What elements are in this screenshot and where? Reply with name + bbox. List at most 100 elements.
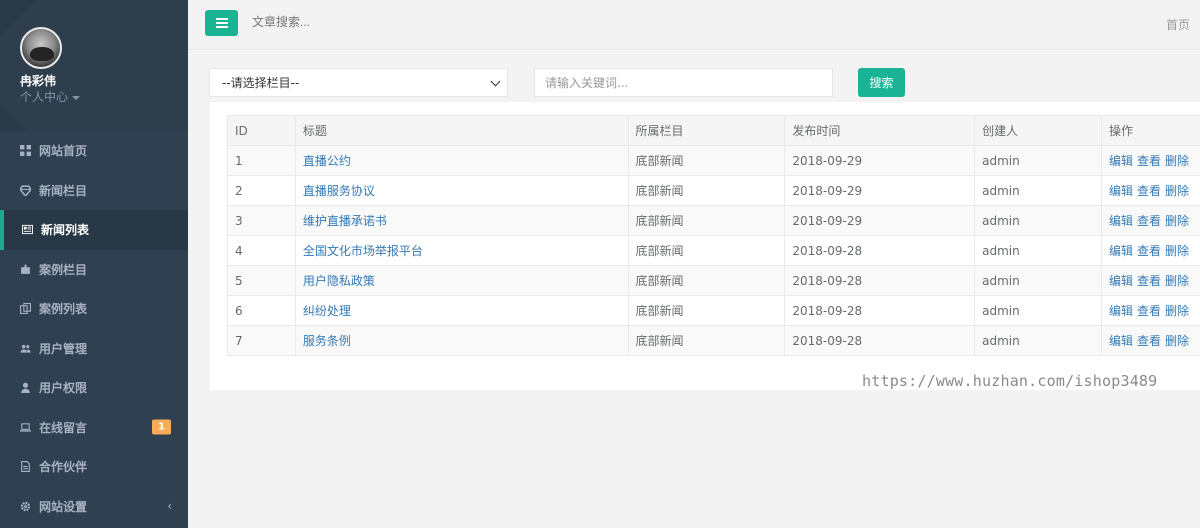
sidebar-item-label: 网站首页 (39, 144, 88, 159)
cell-title: 用户隐私政策 (294, 265, 629, 296)
edit-link[interactable]: 编辑 (1109, 304, 1133, 318)
table-row: 2 直播服务协议 底部新闻 2018-09-29 admin 编辑 查看 删除 (227, 175, 1200, 206)
news-title-link[interactable]: 纠纷处理 (303, 304, 351, 318)
cell-actions: 编辑 查看 删除 (1100, 325, 1200, 356)
cell-id: 5 (227, 265, 296, 296)
users-icon (20, 343, 31, 354)
cell-creator: admin (974, 295, 1102, 326)
cell-category: 底部新闻 (627, 205, 786, 236)
search-button[interactable]: 搜索 (858, 68, 905, 97)
sidebar-item-user-management[interactable]: 用户管理 (0, 329, 188, 369)
edit-link[interactable]: 编辑 (1109, 244, 1133, 258)
cell-title: 纠纷处理 (294, 295, 629, 326)
column-header-category[interactable]: 所属栏目 (627, 115, 786, 146)
view-link[interactable]: 查看 (1137, 154, 1161, 168)
delete-link[interactable]: 删除 (1165, 244, 1189, 258)
delete-link[interactable]: 删除 (1165, 154, 1189, 168)
cell-category: 底部新闻 (627, 145, 786, 176)
sidebar-item-home[interactable]: 网站首页 (0, 131, 188, 171)
cell-creator: admin (974, 145, 1102, 176)
newspaper-icon (22, 224, 33, 235)
edit-link[interactable]: 编辑 (1109, 334, 1133, 348)
cell-actions: 编辑 查看 删除 (1100, 235, 1200, 266)
category-select[interactable]: --请选择栏目-- (209, 68, 508, 97)
column-header-date[interactable]: 发布时间 (784, 115, 976, 146)
sidebar-item-label: 网站设置 (39, 499, 88, 514)
hamburger-icon (215, 18, 228, 28)
table-row: 7 服务条例 底部新闻 2018-09-28 admin 编辑 查看 删除 (227, 325, 1200, 356)
sidebar-item-news-list[interactable]: 新闻列表 (0, 210, 188, 250)
sidebar-item-label: 新闻栏目 (39, 183, 88, 198)
puzzle-icon (20, 264, 31, 275)
cell-title: 维护直播承诺书 (294, 205, 629, 236)
sidebar-item-label: 用户管理 (39, 341, 88, 356)
cell-category: 底部新闻 (627, 325, 786, 356)
menu-toggle-button[interactable] (205, 10, 238, 36)
column-header-title[interactable]: 标题 (294, 115, 629, 146)
view-link[interactable]: 查看 (1137, 304, 1161, 318)
news-title-link[interactable]: 用户隐私政策 (303, 274, 375, 288)
sidebar-item-site-settings[interactable]: 网站设置 ‹ (0, 487, 188, 527)
delete-link[interactable]: 删除 (1165, 184, 1189, 198)
view-link[interactable]: 查看 (1137, 334, 1161, 348)
sidebar-item-case-category[interactable]: 案例栏目 (0, 250, 188, 290)
chevron-down-icon (490, 76, 501, 87)
table-row: 4 全国文化市场举报平台 底部新闻 2018-09-28 admin 编辑 查看删… (227, 235, 1200, 266)
edit-link[interactable]: 编辑 (1109, 154, 1133, 168)
cell-title: 全国文化市场举报平台 (294, 235, 629, 266)
profile-center-link[interactable]: 个人中心 (20, 88, 81, 105)
cell-id: 4 (227, 235, 296, 266)
cell-date: 2018-09-29 (784, 145, 976, 176)
sidebar-item-label: 案例列表 (39, 302, 88, 317)
sidebar-item-partners[interactable]: 合作伙伴 (0, 447, 188, 487)
cell-date: 2018-09-28 (784, 265, 976, 296)
news-title-link[interactable]: 全国文化市场举报平台 (303, 244, 423, 258)
news-title-link[interactable]: 服务条例 (303, 334, 351, 348)
article-search-input[interactable] (252, 15, 552, 29)
news-title-link[interactable]: 直播服务协议 (303, 184, 375, 198)
sidebar-item-case-list[interactable]: 案例列表 (0, 289, 188, 329)
news-title-link[interactable]: 维护直播承诺书 (303, 214, 387, 228)
column-header-id[interactable]: ID (227, 115, 296, 146)
delete-link[interactable]: 删除 (1165, 304, 1189, 318)
sidebar-item-messages[interactable]: 在线留言 1 (0, 408, 188, 448)
view-link[interactable]: 查看 (1137, 214, 1161, 228)
sidebar-menu: 网站首页 新闻栏目 新闻列表 案例栏目 案例列表 用户管理 用户权限 在线留言 (0, 131, 188, 526)
edit-link[interactable]: 编辑 (1109, 274, 1133, 288)
home-link[interactable]: 首页 (1166, 16, 1190, 33)
diamond-icon (20, 185, 31, 196)
sidebar-item-label: 合作伙伴 (39, 460, 88, 475)
cell-actions: 编辑 查看 删除 (1100, 265, 1200, 296)
message-count-badge: 1 (152, 419, 171, 435)
profile-name: 冉彩伟 (20, 74, 57, 88)
chevron-left-icon: ‹ (167, 499, 172, 514)
filter-bar: --请选择栏目-- 搜索 (188, 50, 1200, 102)
table-row: 5 用户隐私政策 底部新闻 2018-09-28 admin 编辑 查看 删除 (227, 265, 1200, 296)
cell-actions: 编辑 查看 删除 (1100, 145, 1200, 176)
avatar[interactable] (20, 27, 62, 69)
sidebar-item-user-permissions[interactable]: 用户权限 (0, 368, 188, 408)
edit-link[interactable]: 编辑 (1109, 184, 1133, 198)
cell-id: 3 (227, 205, 296, 236)
cell-date: 2018-09-28 (784, 295, 976, 326)
cell-date: 2018-09-29 (784, 205, 976, 236)
news-table: ID 标题 所属栏目 发布时间 创建人 操作 1 直播公约 底部新闻 2018-… (227, 115, 1200, 356)
edit-link[interactable]: 编辑 (1109, 214, 1133, 228)
column-header-creator[interactable]: 创建人 (974, 115, 1102, 146)
cell-actions: 编辑 查看 删除 (1100, 295, 1200, 326)
delete-link[interactable]: 删除 (1165, 274, 1189, 288)
view-link[interactable]: 查看 (1137, 274, 1161, 288)
category-select-value: --请选择栏目-- (222, 76, 300, 90)
cell-actions: 编辑 查看 删除 (1100, 175, 1200, 206)
sidebar-item-news-category[interactable]: 新闻栏目 (0, 171, 188, 211)
delete-link[interactable]: 删除 (1165, 334, 1189, 348)
profile-panel: 冉彩伟 个人中心 (0, 0, 188, 131)
keyword-input[interactable] (534, 68, 833, 97)
news-title-link[interactable]: 直播公约 (303, 154, 351, 168)
view-link[interactable]: 查看 (1137, 244, 1161, 258)
user-icon (20, 382, 31, 394)
view-link[interactable]: 查看 (1137, 184, 1161, 198)
delete-link[interactable]: 删除 (1165, 214, 1189, 228)
laptop-icon (20, 422, 31, 433)
gear-icon (20, 501, 31, 512)
